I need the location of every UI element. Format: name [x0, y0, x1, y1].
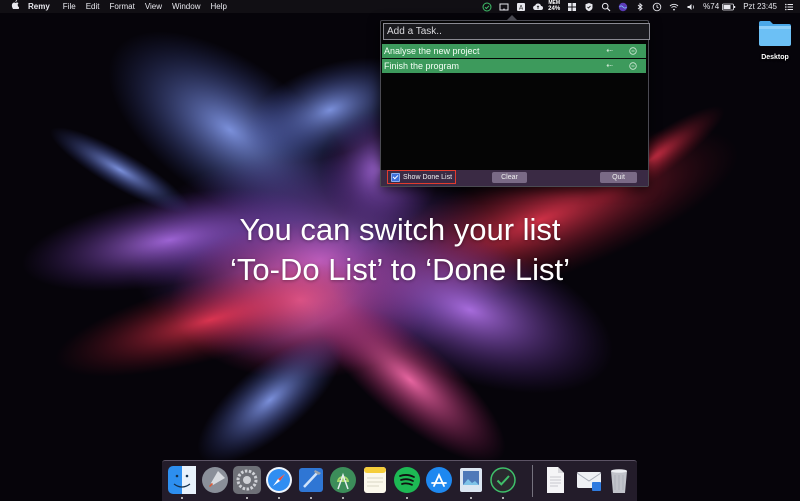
running-indicator: [406, 497, 408, 499]
clear-button[interactable]: Clear: [492, 172, 527, 183]
app-menu-remy[interactable]: Remy: [28, 0, 50, 13]
system-preferences-icon[interactable]: [232, 465, 262, 495]
battery-icon[interactable]: [722, 2, 736, 12]
task-item[interactable]: Analyse the new project ⇠: [382, 44, 646, 58]
task-label: Finish the program: [384, 61, 460, 71]
running-indicator: [502, 497, 504, 499]
running-indicator: [278, 497, 280, 499]
caption-line-2: ‘To-Do List’ to ‘Done List’: [230, 252, 570, 287]
notification-center-icon[interactable]: [784, 2, 794, 12]
app-store-icon[interactable]: [424, 465, 454, 495]
menu-window[interactable]: Window: [172, 0, 200, 13]
todo-popover: Analyse the new project ⇠ Finish the pro…: [380, 15, 650, 187]
add-task-input[interactable]: [383, 23, 650, 40]
remy-check-icon[interactable]: [482, 2, 492, 12]
running-indicator: [310, 497, 312, 499]
remy-check-icon[interactable]: [488, 465, 518, 495]
trash-icon[interactable]: [604, 465, 634, 495]
volume-icon[interactable]: [686, 2, 696, 12]
xcode-icon[interactable]: [296, 465, 326, 495]
apple-menu-icon[interactable]: [10, 0, 20, 13]
document-icon[interactable]: [540, 465, 570, 495]
mark-done-icon[interactable]: [629, 47, 637, 55]
quit-button[interactable]: Quit: [600, 172, 637, 183]
cast-icon[interactable]: [499, 2, 509, 12]
show-done-toggle[interactable]: Show Done List: [387, 170, 456, 184]
task-list: Analyse the new project ⇠ Finish the pro…: [382, 44, 646, 74]
launchpad-icon[interactable]: [200, 465, 230, 495]
mark-done-icon[interactable]: [629, 62, 637, 70]
running-indicator: [246, 497, 248, 499]
menu-view[interactable]: View: [145, 0, 162, 13]
grid-icon[interactable]: [567, 2, 577, 12]
folder-label: Desktop: [761, 54, 789, 61]
siri-icon[interactable]: [618, 2, 628, 12]
shield-icon[interactable]: [584, 2, 594, 12]
popover-arrow: [506, 15, 518, 21]
safari-icon[interactable]: [264, 465, 294, 495]
show-done-checkbox[interactable]: [391, 172, 400, 182]
task-item[interactable]: Finish the program ⇠: [382, 59, 646, 73]
show-done-label: Show Done List: [403, 173, 453, 181]
mail-drop-icon[interactable]: [574, 465, 604, 495]
finder-icon[interactable]: [167, 465, 197, 495]
caption-line-1: You can switch your list: [239, 212, 561, 247]
running-indicator: [181, 497, 183, 499]
menu-format[interactable]: Format: [109, 0, 134, 13]
move-back-icon[interactable]: ⇠: [606, 59, 613, 73]
folder-icon: [759, 21, 791, 46]
wifi-icon[interactable]: [669, 2, 679, 12]
memory-monitor[interactable]: MEM 24%: [548, 1, 561, 13]
move-back-icon[interactable]: ⇠: [606, 44, 613, 58]
bluetooth-icon[interactable]: [635, 2, 645, 12]
menu-edit[interactable]: Edit: [86, 0, 100, 13]
dock-separator: [532, 465, 533, 497]
promo-caption: You can switch your list ‘To-Do List’ to…: [150, 210, 650, 290]
android-studio-icon[interactable]: [328, 465, 358, 495]
clock[interactable]: Pzt 23:45: [743, 0, 777, 13]
running-indicator: [342, 497, 344, 499]
cloud-upload-icon[interactable]: [533, 2, 544, 12]
dock: [162, 460, 637, 501]
menu-file[interactable]: File: [63, 0, 76, 13]
memory-value: 24%: [548, 6, 561, 12]
preview-icon[interactable]: [456, 465, 486, 495]
menu-help[interactable]: Help: [210, 0, 226, 13]
desktop-folder[interactable]: Desktop: [752, 18, 798, 61]
spotify-icon[interactable]: [392, 465, 422, 495]
search-icon[interactable]: [601, 2, 611, 12]
status-area: A MEM 24% %74 Pzt 23:45: [475, 0, 794, 13]
battery-percent[interactable]: %74: [703, 0, 719, 13]
menu-bar: Remy File Edit Format View Window Help A…: [0, 0, 800, 13]
translate-icon[interactable]: A: [516, 2, 526, 12]
task-label: Analyse the new project: [384, 46, 480, 56]
popover-footer: Show Done List Clear Quit: [381, 170, 648, 186]
running-indicator: [470, 497, 472, 499]
timemachine-icon[interactable]: [652, 2, 662, 12]
notes-icon[interactable]: [360, 465, 390, 495]
